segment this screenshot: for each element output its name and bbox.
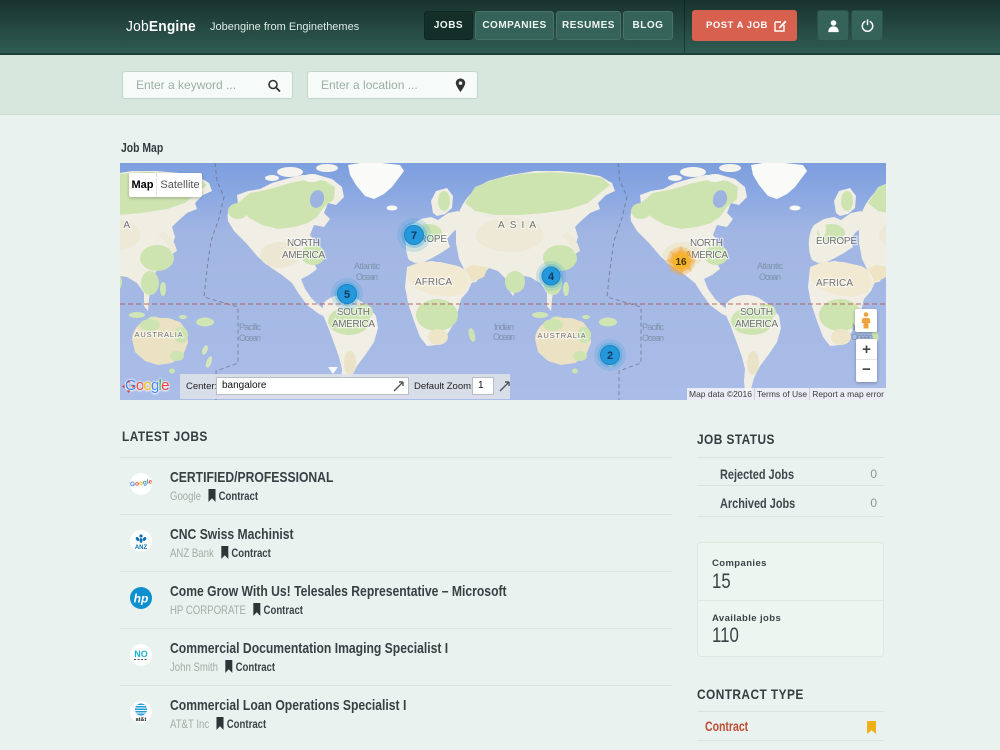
svg-text:ASIA: ASIA (498, 220, 538, 231)
svg-text:2: 2 (607, 350, 613, 362)
svg-text:AFRICA: AFRICA (415, 277, 453, 288)
svg-text:NO: NO (134, 649, 148, 659)
svg-text:at&t: at&t (136, 717, 147, 723)
svg-text:7: 7 (411, 230, 417, 242)
svg-text:Pacific: Pacific (642, 322, 665, 332)
svg-text:Ocean: Ocean (356, 272, 378, 282)
svg-text:16: 16 (675, 257, 687, 268)
svg-text:AMERICA: AMERICA (735, 319, 779, 330)
svg-text:hp: hp (134, 592, 149, 606)
svg-text:SOUTH: SOUTH (740, 307, 774, 318)
svg-text:Ocean: Ocean (493, 332, 515, 342)
svg-text:AMERICA: AMERICA (282, 250, 326, 261)
svg-text:Ocean: Ocean (759, 272, 781, 282)
svg-text:AUSTRALIA: AUSTRALIA (538, 331, 587, 340)
svg-text:Ocean: Ocean (642, 333, 664, 343)
svg-text:Atlantic: Atlantic (757, 261, 784, 271)
svg-text:ANZ: ANZ (135, 545, 148, 551)
svg-text:5: 5 (344, 289, 350, 301)
svg-text:NORTH: NORTH (690, 238, 724, 249)
svg-text:AMERICA: AMERICA (332, 319, 376, 330)
svg-text:Atlantic: Atlantic (354, 261, 381, 271)
svg-text:4: 4 (548, 271, 555, 283)
svg-text:NORTH: NORTH (287, 238, 321, 249)
svg-text:Indian: Indian (494, 322, 514, 332)
svg-text:AUSTRALIA: AUSTRALIA (135, 330, 184, 339)
svg-text:Pacific: Pacific (239, 322, 262, 332)
svg-text:Ocean: Ocean (239, 333, 261, 343)
svg-text:AFRICA: AFRICA (816, 278, 854, 289)
svg-text:EUROPE: EUROPE (816, 236, 858, 247)
